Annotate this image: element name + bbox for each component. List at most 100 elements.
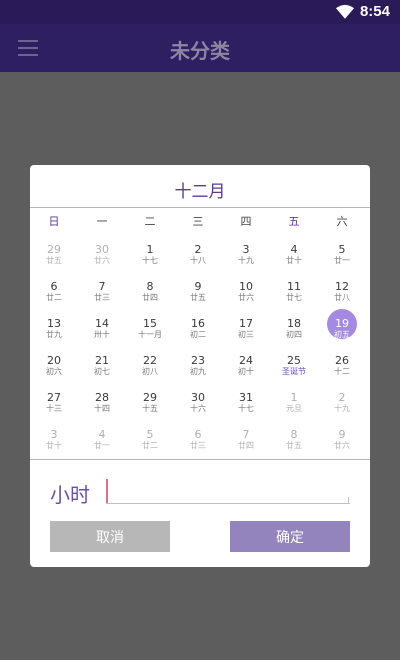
day-cell[interactable]: 15 十一月 [126, 317, 174, 353]
lunar-date: 廿五 [190, 293, 206, 302]
lunar-date: 十六 [190, 404, 206, 413]
lunar-date: 廿五 [286, 441, 302, 450]
day-number: 7 [98, 280, 106, 293]
day-number: 25 [287, 354, 301, 367]
day-number: 15 [143, 317, 157, 330]
day-cell[interactable]: 1 元旦 [270, 391, 318, 427]
day-cell[interactable]: 25 圣诞节 [270, 354, 318, 390]
day-cell[interactable]: 29 十五 [126, 391, 174, 427]
lunar-date: 初九 [190, 367, 206, 376]
day-number: 26 [335, 354, 349, 367]
day-cell[interactable]: 17 初三 [222, 317, 270, 353]
day-number: 16 [191, 317, 205, 330]
lunar-date: 初六 [46, 367, 62, 376]
day-number: 7 [242, 428, 250, 441]
day-number: 17 [239, 317, 253, 330]
weekday-label: 六 [336, 215, 348, 228]
day-number: 28 [95, 391, 109, 404]
lunar-date: 廿二 [142, 441, 158, 450]
day-cell[interactable]: 23 初九 [174, 354, 222, 390]
day-cell[interactable]: 7 廿三 [78, 280, 126, 316]
weekday-header: 日一二三四五六 [30, 213, 370, 233]
status-time: 8:54 [359, 3, 390, 20]
day-number: 27 [47, 391, 61, 404]
day-number: 4 [290, 243, 298, 256]
day-cell[interactable]: 29 廿五 [30, 243, 78, 279]
day-cell[interactable]: 30 十六 [174, 391, 222, 427]
month-title: 十二月 [174, 182, 226, 202]
day-number: 3 [50, 428, 58, 441]
lunar-date: 初十 [238, 367, 254, 376]
day-cell[interactable]: 8 廿四 [126, 280, 174, 316]
day-number: 29 [47, 243, 61, 256]
day-number: 22 [143, 354, 157, 367]
lunar-date: 廿十 [286, 256, 302, 265]
day-cell[interactable]: 26 十二 [318, 354, 366, 390]
day-number: 13 [47, 317, 61, 330]
lunar-date: 初七 [94, 367, 110, 376]
day-cell[interactable]: 24 初十 [222, 354, 270, 390]
day-cell[interactable]: 28 十四 [78, 391, 126, 427]
day-number: 4 [98, 428, 106, 441]
day-number: 21 [95, 354, 109, 367]
day-number: 6 [194, 428, 202, 441]
day-cell[interactable]: 11 廿七 [270, 280, 318, 316]
day-cell[interactable]: 4 廿十 [270, 243, 318, 279]
day-number: 11 [287, 280, 301, 293]
day-cell[interactable]: 31 十七 [222, 391, 270, 427]
day-cell[interactable]: 16 初二 [174, 317, 222, 353]
wifi-icon [336, 4, 354, 19]
day-number: 31 [239, 391, 253, 404]
input-underline-end [348, 497, 349, 504]
day-cell[interactable]: 6 廿二 [30, 280, 78, 316]
day-number: 1 [146, 243, 154, 256]
day-cell[interactable]: 27 十三 [30, 391, 78, 427]
day-cell[interactable]: 18 初四 [270, 317, 318, 353]
lunar-date: 圣诞节 [282, 367, 306, 376]
lunar-date: 初二 [190, 330, 206, 339]
grid-divider [30, 459, 370, 460]
day-number: 1 [290, 391, 298, 404]
lunar-date: 廿三 [94, 293, 110, 302]
weekday-label: 三 [192, 215, 204, 228]
lunar-date: 十七 [238, 404, 254, 413]
lunar-date: 廿六 [238, 293, 254, 302]
lunar-date: 十九 [238, 256, 254, 265]
day-cell[interactable]: 30 廿六 [78, 243, 126, 279]
lunar-date: 初五 [334, 330, 350, 339]
lunar-date: 初八 [142, 367, 158, 376]
day-number: 10 [239, 280, 253, 293]
day-cell[interactable]: 3 十九 [222, 243, 270, 279]
day-cell[interactable]: 21 初七 [78, 354, 126, 390]
day-number: 2 [194, 243, 202, 256]
day-number: 9 [194, 280, 202, 293]
day-number: 29 [143, 391, 157, 404]
day-number: 8 [290, 428, 298, 441]
day-cell[interactable]: 22 初八 [126, 354, 174, 390]
cancel-button[interactable]: 取消 [50, 521, 170, 552]
weekday-label: 日 [48, 215, 60, 228]
lunar-date: 初三 [238, 330, 254, 339]
lunar-date: 卅十 [94, 330, 110, 339]
hour-input[interactable] [106, 478, 350, 504]
day-cell[interactable]: 2 十八 [174, 243, 222, 279]
day-cell[interactable]: 10 廿六 [222, 280, 270, 316]
day-cell[interactable]: 13 廿九 [30, 317, 78, 353]
day-cell[interactable]: 2 十九 [318, 391, 366, 427]
day-number: 24 [239, 354, 253, 367]
day-number: 8 [146, 280, 154, 293]
day-cell[interactable]: 14 卅十 [78, 317, 126, 353]
day-cell[interactable]: 9 廿五 [174, 280, 222, 316]
day-cell[interactable]: 20 初六 [30, 354, 78, 390]
header-divider [30, 207, 370, 208]
lunar-date: 十二 [334, 367, 350, 376]
day-cell-selected[interactable]: 19 初五 [318, 309, 366, 353]
day-number: 12 [335, 280, 349, 293]
confirm-button[interactable]: 确定 [230, 521, 350, 552]
lunar-date: 十四 [94, 404, 110, 413]
day-cell[interactable]: 1 十七 [126, 243, 174, 279]
day-number: 5 [338, 243, 346, 256]
day-number: 20 [47, 354, 61, 367]
day-number: 18 [287, 317, 301, 330]
day-cell[interactable]: 5 廿一 [318, 243, 366, 279]
